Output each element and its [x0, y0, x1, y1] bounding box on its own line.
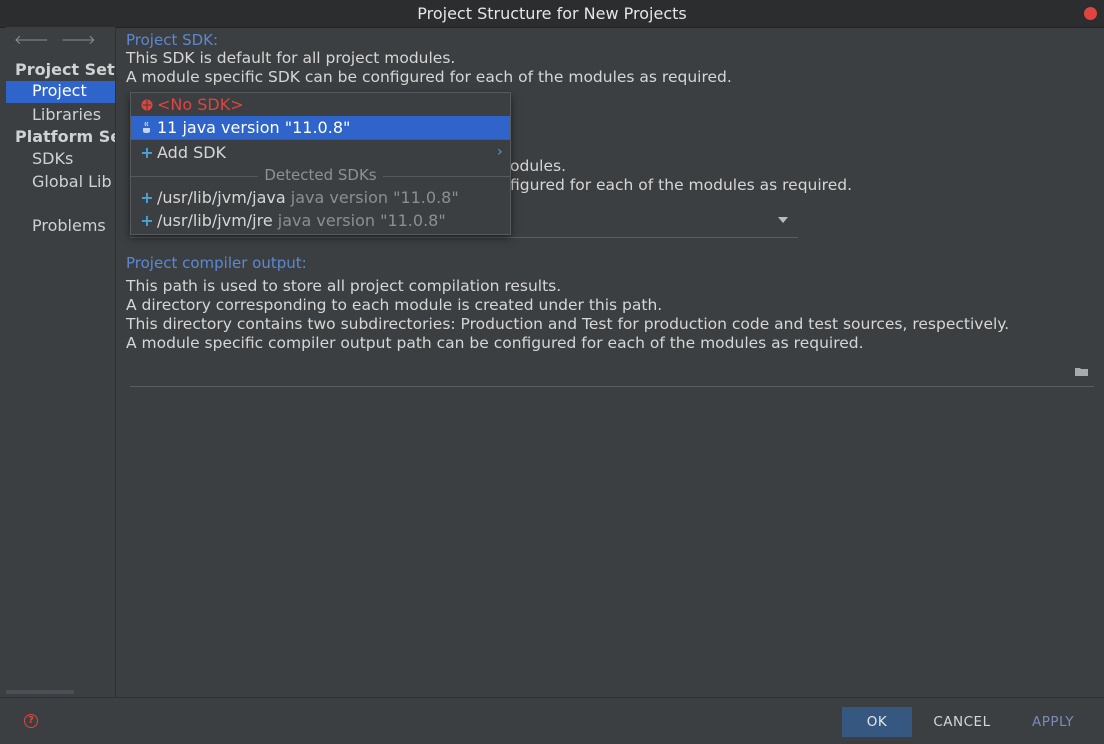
language-level-desc-1: odules. [510, 157, 566, 175]
back-arrow-icon[interactable]: 🡐 [14, 33, 49, 48]
sdk-option-java-11[interactable]: 11 java version "11.0.8" [131, 116, 510, 139]
title-bar: Project Structure for New Projects [0, 0, 1104, 28]
detected-sdks-header: Detected SDKs [131, 166, 510, 184]
project-sdk-desc-2: A module specific SDK can be configured … [126, 68, 732, 86]
detected-sdk-version: java version "11.0.8" [290, 188, 459, 207]
plus-icon: + [140, 211, 154, 230]
chevron-down-icon[interactable] [778, 217, 788, 223]
plus-icon: + [140, 143, 154, 162]
compiler-output-desc-4: A module specific compiler output path c… [126, 334, 864, 352]
sidebar-item-global-libraries[interactable]: Global Lib [6, 172, 115, 194]
add-sdk-label: Add SDK [157, 143, 227, 162]
chevron-right-icon: › [497, 144, 503, 160]
sidebar-scrollbar[interactable] [6, 690, 74, 694]
sdk-option-no-sdk[interactable]: <No SDK> [131, 93, 510, 116]
compiler-output-desc-3: This directory contains two subdirectori… [126, 315, 1010, 333]
compiler-output-title: Project compiler output: [126, 254, 307, 272]
add-sdk-menu-item[interactable]: + Add SDK › [131, 141, 510, 164]
compiler-output-underline [130, 386, 1094, 387]
forward-arrow-icon[interactable]: 🡒 [61, 33, 96, 48]
sidebar-header-project-settings: Project Setti [15, 60, 115, 79]
language-level-desc-2: figured for each of the modules as requi… [510, 176, 852, 194]
popup-divider [131, 139, 510, 140]
detected-sdk-path: /usr/lib/jvm/jre [157, 211, 273, 230]
plus-icon: + [140, 188, 154, 207]
nav-arrows: 🡐 🡒 [14, 32, 108, 48]
detected-sdk-path: /usr/lib/jvm/java [157, 188, 286, 207]
sidebar-header-platform-settings: Platform Set [15, 127, 115, 146]
sidebar-item-libraries[interactable]: Libraries [6, 105, 115, 127]
sidebar: 🡐🡒 Project Setti Project Libraries Platf… [6, 27, 116, 697]
close-window-button[interactable] [1084, 7, 1097, 20]
cancel-button[interactable]: CANCEL [926, 707, 998, 737]
sidebar-item-sdks[interactable]: SDKs [6, 149, 115, 171]
folder-icon[interactable] [1075, 367, 1089, 377]
compiler-output-desc-2: A directory corresponding to each module… [126, 296, 663, 314]
apply-button[interactable]: APPLY [1018, 707, 1088, 737]
project-sdk-title: Project SDK: [126, 31, 219, 49]
dialog-footer: ? OK CANCEL APPLY [0, 697, 1104, 744]
ok-button[interactable]: OK [842, 707, 912, 737]
detected-sdk-item[interactable]: + /usr/lib/jvm/java java version "11.0.8… [131, 186, 510, 209]
sidebar-item-problems[interactable]: Problems [6, 216, 115, 238]
no-sdk-label: <No SDK> [157, 95, 244, 114]
sidebar-item-project[interactable]: Project [6, 81, 115, 103]
window-title: Project Structure for New Projects [417, 4, 687, 23]
detected-sdk-version: java version "11.0.8" [277, 211, 446, 230]
compiler-output-desc-1: This path is used to store all project c… [126, 277, 562, 295]
language-level-select[interactable] [130, 237, 798, 238]
detected-sdk-item[interactable]: + /usr/lib/jvm/jre java version "11.0.8" [131, 209, 510, 232]
sdk-dropdown-popup: <No SDK> 11 java version "11.0.8" + Add … [130, 92, 511, 235]
java-11-label: 11 java version "11.0.8" [157, 118, 351, 137]
help-icon[interactable]: ? [24, 714, 38, 728]
project-sdk-desc-1: This SDK is default for all project modu… [126, 49, 456, 67]
